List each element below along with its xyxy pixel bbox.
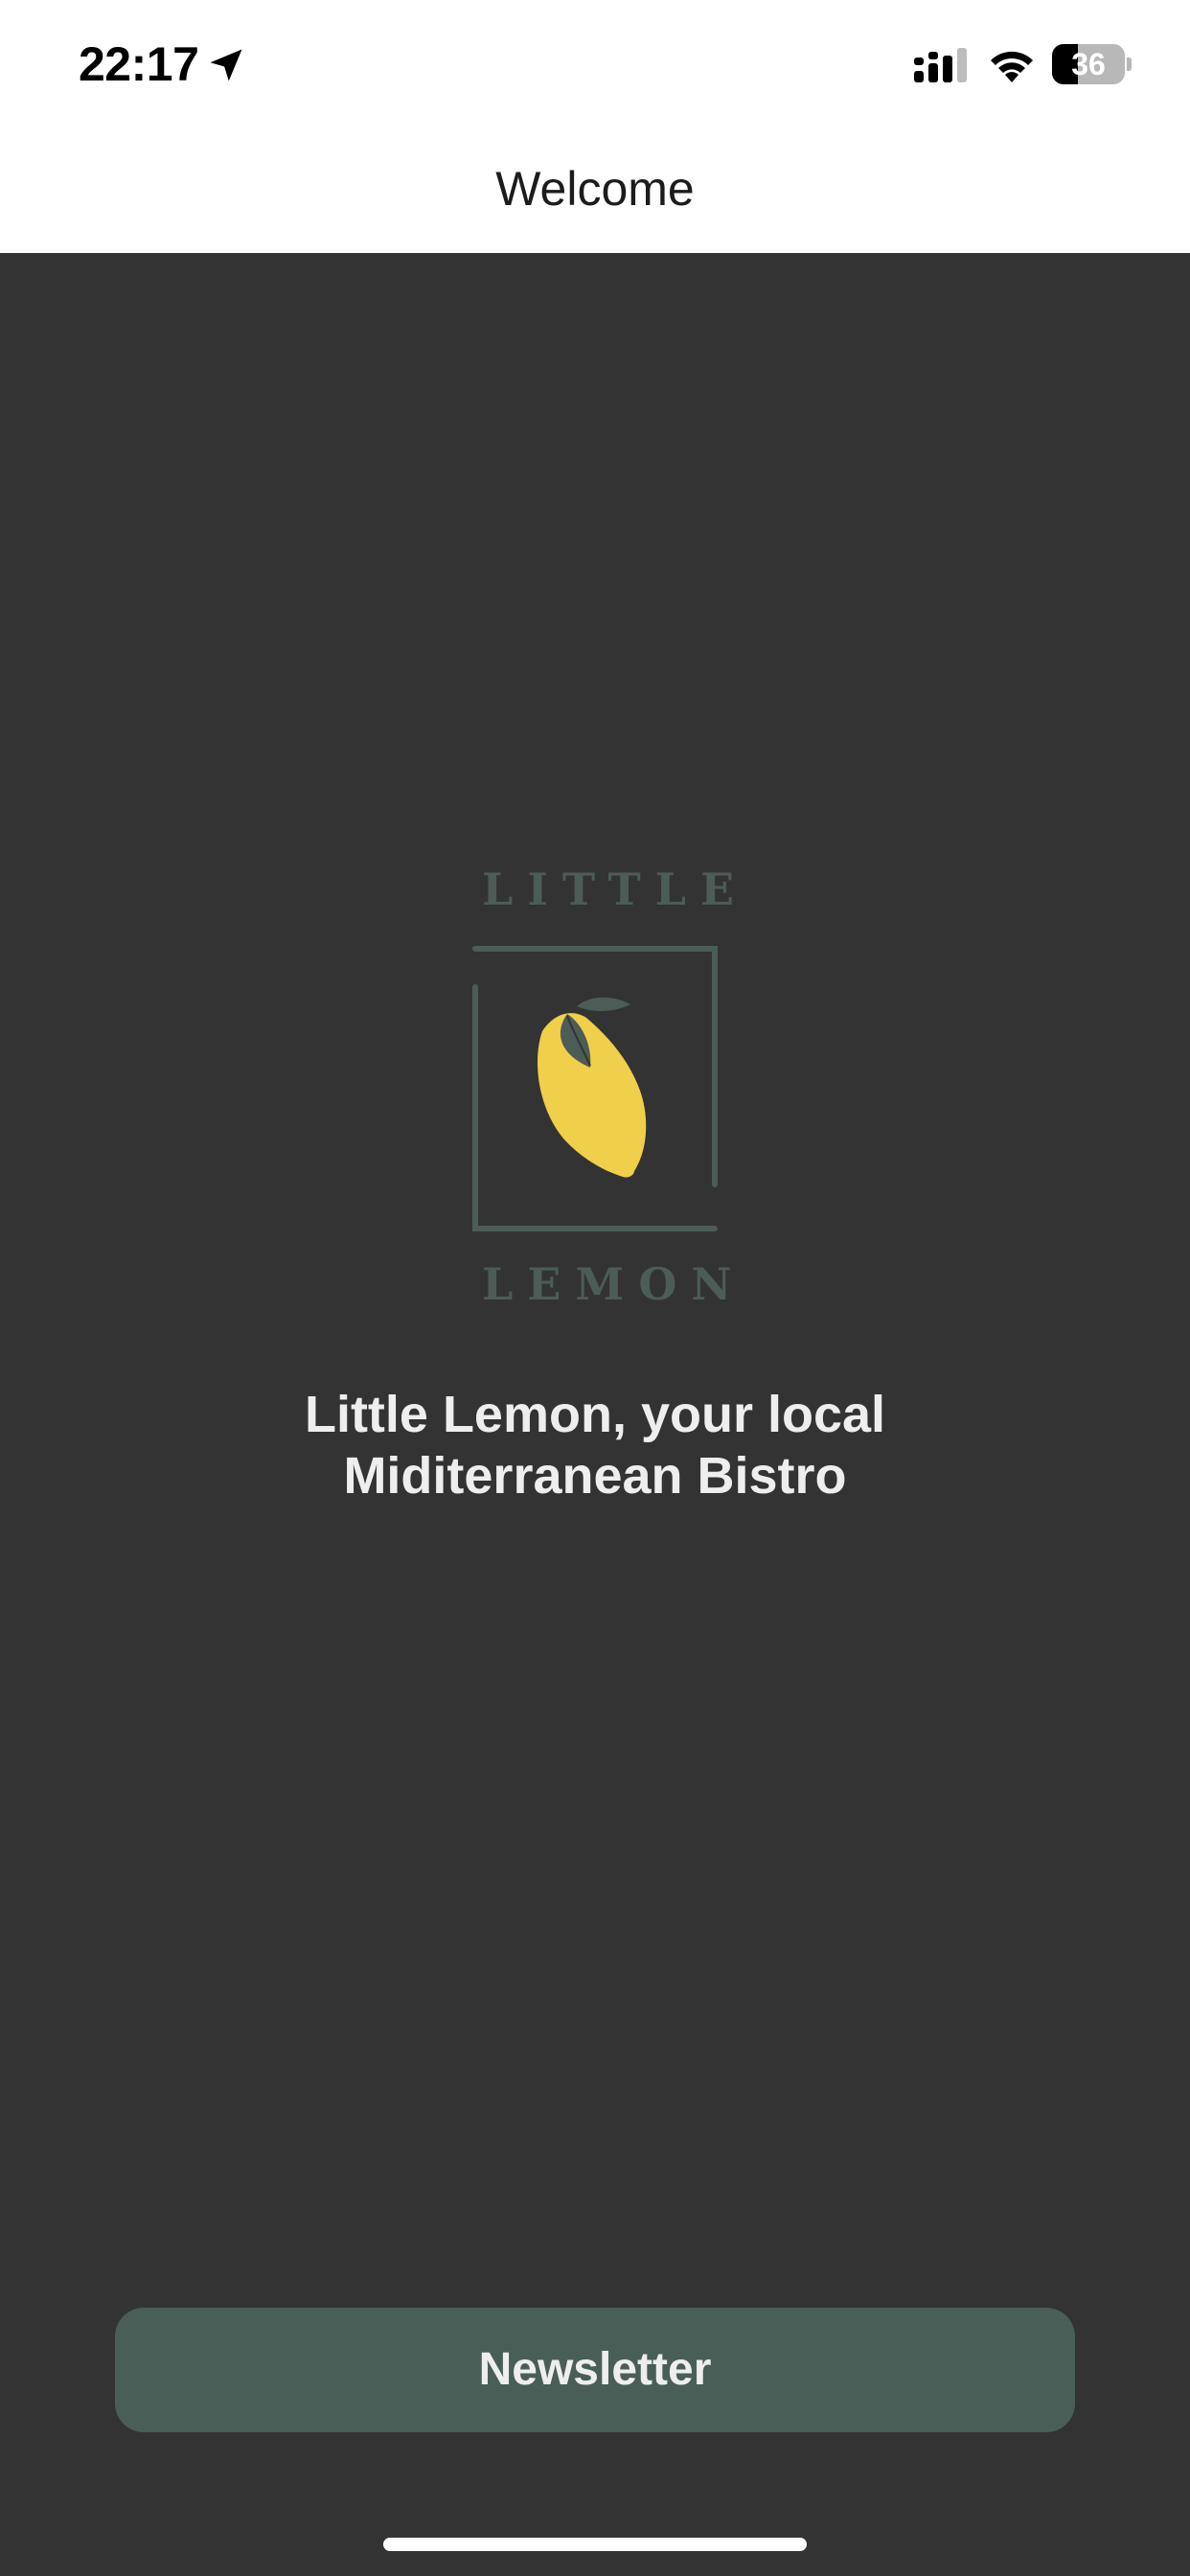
battery-tip	[1127, 58, 1132, 71]
wifi-icon	[991, 51, 1033, 82]
location-arrow-icon	[210, 49, 242, 81]
welcome-screen: 22:17 36 Welcome LITTLE LEMON Little Lem…	[0, 0, 1190, 2576]
tagline-line-2: Miditerranean Bistro	[343, 1447, 847, 1505]
battery-icon: 36	[1052, 44, 1132, 84]
newsletter-button[interactable]: Newsletter	[115, 2308, 1075, 2432]
cellular-signal-icon	[914, 48, 967, 82]
battery-level: 36	[1071, 47, 1106, 81]
status-time: 22:17	[79, 37, 199, 91]
logo-word-little: LITTLE	[482, 863, 749, 915]
tagline-line-1: Little Lemon, your local	[304, 1386, 886, 1443]
tagline: Little Lemon, your local Miditerranean B…	[116, 1384, 1074, 1506]
top-bar: 22:17 36 Welcome	[0, 0, 1190, 253]
little-lemon-logo: LITTLE LEMON	[468, 862, 749, 1313]
battery-body: 36	[1052, 44, 1125, 84]
page-title: Welcome	[495, 162, 695, 216]
home-indicator[interactable]	[383, 2538, 807, 2551]
logo-word-lemon: LEMON	[482, 1258, 746, 1310]
logo-frame	[472, 946, 718, 1231]
status-bar: 22:17 36	[0, 0, 1190, 128]
lemon-icon	[538, 997, 647, 1178]
